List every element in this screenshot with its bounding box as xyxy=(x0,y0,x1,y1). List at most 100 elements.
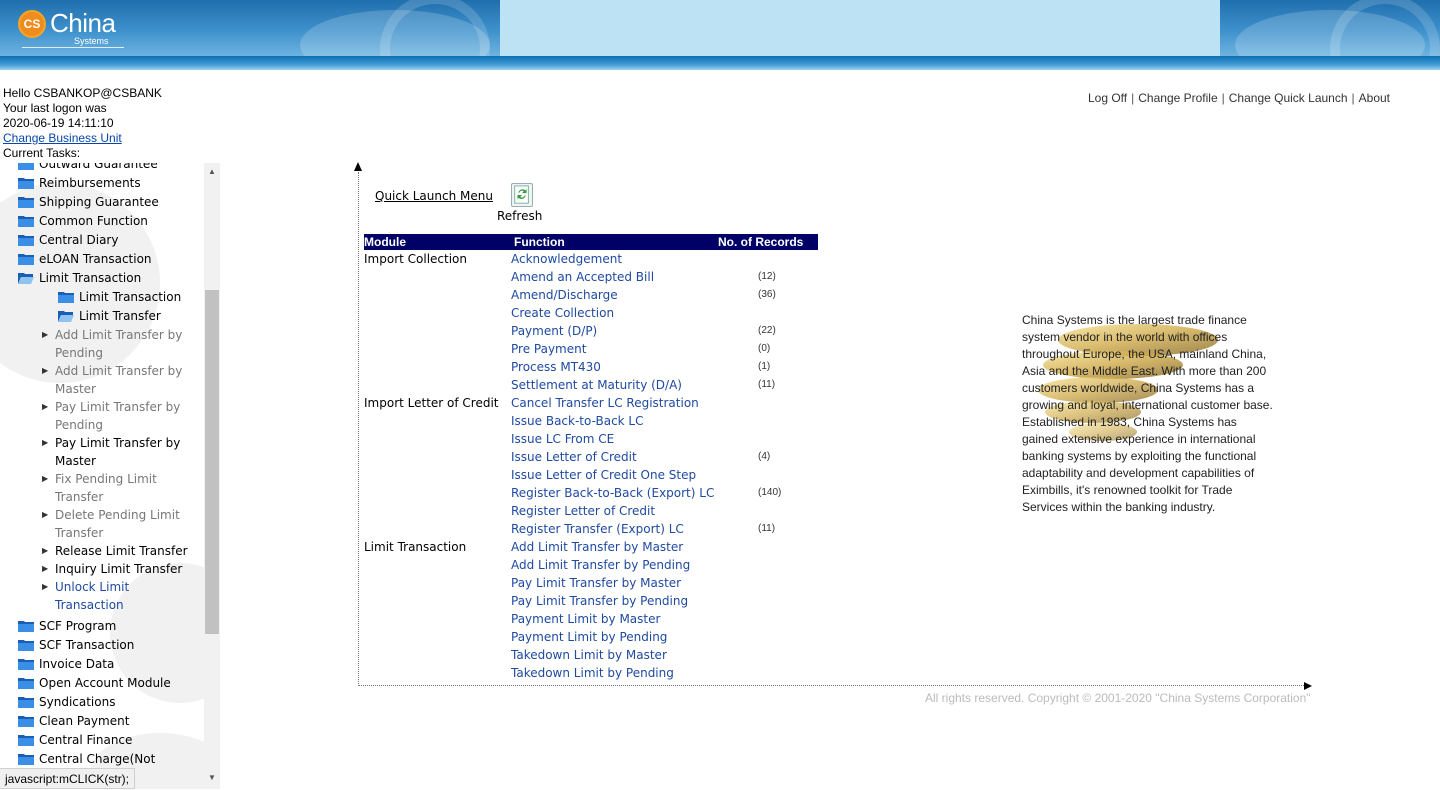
function-link[interactable]: Pay Limit Transfer by Master xyxy=(511,574,681,592)
record-count: (11) xyxy=(758,379,776,390)
function-link[interactable]: Issue Back-to-Back LC xyxy=(511,412,644,430)
tree-folder-scf-program[interactable]: SCF Program xyxy=(0,617,204,636)
tree-folder-scf-transaction[interactable]: SCF Transaction xyxy=(0,636,204,655)
tree-leaf-unlock-limit-transaction[interactable]: ▶ Unlock Limit Transaction xyxy=(0,578,204,614)
open-folder-icon xyxy=(58,311,74,322)
tree-leaf-pay-limit-transfer-master[interactable]: ▶ Pay Limit Transfer by Master xyxy=(0,434,204,470)
function-link[interactable]: Add Limit Transfer by Pending xyxy=(511,556,690,574)
refresh-label[interactable]: Refresh xyxy=(497,209,542,223)
table-row: Issue Back-to-Back LC xyxy=(364,412,834,430)
tree-folder-clean-payment[interactable]: Clean Payment xyxy=(0,712,204,731)
change-quick-launch-link[interactable]: Change Quick Launch xyxy=(1229,91,1348,105)
tree-folder-central-diary[interactable]: Central Diary xyxy=(0,231,204,250)
tree-folder-outward-guarantee[interactable]: Outward Guarantee xyxy=(0,163,204,174)
table-row: Issue Letter of Credit (4) xyxy=(364,448,834,466)
tree-leaf-fix-pending-limit-transfer[interactable]: ▶ Fix Pending Limit Transfer xyxy=(0,470,204,506)
tree-folder-syndications[interactable]: Syndications xyxy=(0,693,204,712)
bullet-arrow-icon: ▶ xyxy=(42,510,49,519)
tree-folder-central-finance[interactable]: Central Finance xyxy=(0,731,204,750)
function-link[interactable]: Takedown Limit by Master xyxy=(511,646,667,664)
tree-folder-eloan-transaction[interactable]: eLOAN Transaction xyxy=(0,250,204,269)
function-link[interactable]: Amend an Accepted Bill xyxy=(511,268,654,286)
folder-icon xyxy=(18,754,34,765)
function-link[interactable]: Issue LC From CE xyxy=(511,430,614,448)
scroll-up-arrow-icon[interactable]: ▲ xyxy=(204,167,220,179)
table-row: Register Letter of Credit xyxy=(364,502,834,520)
leaf-label-line2: Transfer xyxy=(55,526,104,540)
tree-folder-label: Outward Guarantee xyxy=(39,163,158,171)
tree-subfolder-limit-transfer[interactable]: Limit Transfer xyxy=(0,307,204,326)
tree-leaf-add-limit-transfer-pending[interactable]: ▶ Add Limit Transfer by Pending xyxy=(0,326,204,362)
function-link[interactable]: Register Letter of Credit xyxy=(511,502,655,520)
tree-folder-label: Syndications xyxy=(39,695,116,709)
tree-folder-common-function[interactable]: Common Function xyxy=(0,212,204,231)
change-business-unit-link[interactable]: Change Business Unit xyxy=(3,131,122,145)
function-link[interactable]: Payment (D/P) xyxy=(511,322,597,340)
tree-leaf-pay-limit-transfer-pending[interactable]: ▶ Pay Limit Transfer by Pending xyxy=(0,398,204,434)
scroll-down-arrow-icon[interactable]: ▼ xyxy=(204,773,220,785)
about-link[interactable]: About xyxy=(1359,91,1390,105)
tree-folder-reimbursements[interactable]: Reimbursements xyxy=(0,174,204,193)
tree-leaf-add-limit-transfer-master[interactable]: ▶ Add Limit Transfer by Master xyxy=(0,362,204,398)
tree-folder-open-account-module[interactable]: Open Account Module xyxy=(0,674,204,693)
function-link[interactable]: Amend/Discharge xyxy=(511,286,618,304)
record-count: (1) xyxy=(758,361,771,372)
function-link[interactable]: Register Back-to-Back (Export) LC xyxy=(511,484,714,502)
leaf-label-line2: Master xyxy=(55,454,96,468)
folder-icon xyxy=(18,197,34,208)
tree-leaf-delete-pending-limit-transfer[interactable]: ▶ Delete Pending Limit Transfer xyxy=(0,506,204,542)
table-row: Import Collection Acknowledgement xyxy=(364,250,834,268)
function-link[interactable]: Acknowledgement xyxy=(511,250,622,268)
tree-folder-label: Central Finance xyxy=(39,733,133,747)
log-off-link[interactable]: Log Off xyxy=(1088,91,1127,105)
function-link[interactable]: Payment Limit by Master xyxy=(511,610,660,628)
bullet-arrow-icon: ▶ xyxy=(42,330,49,339)
function-link[interactable]: Payment Limit by Pending xyxy=(511,628,667,646)
function-link[interactable]: Add Limit Transfer by Master xyxy=(511,538,683,556)
folder-icon xyxy=(18,163,34,170)
tree-folder-label: eLOAN Transaction xyxy=(39,252,152,266)
tree-folder-label: Common Function xyxy=(39,214,148,228)
function-link[interactable]: Register Transfer (Export) LC xyxy=(511,520,684,538)
header-module: Module xyxy=(364,235,406,249)
tree-folder-shipping-guarantee[interactable]: Shipping Guarantee xyxy=(0,193,204,212)
function-link[interactable]: Settlement at Maturity (D/A) xyxy=(511,376,682,394)
function-link[interactable]: Pre Payment xyxy=(511,340,586,358)
refresh-icon[interactable] xyxy=(511,183,533,207)
table-row: Pay Limit Transfer by Master xyxy=(364,574,834,592)
logo-name: China xyxy=(50,8,116,38)
scrollbar-thumb[interactable] xyxy=(205,290,219,634)
tree-subfolder-limit-transaction[interactable]: Limit Transaction xyxy=(0,288,204,307)
function-link[interactable]: Issue Letter of Credit One Step xyxy=(511,466,696,484)
separator: | xyxy=(1131,91,1135,105)
function-link[interactable]: Create Collection xyxy=(511,304,614,322)
table-row: Settlement at Maturity (D/A) (11) xyxy=(364,376,834,394)
tree-folder-invoice-data[interactable]: Invoice Data xyxy=(0,655,204,674)
tree-leaf-release-limit-transfer[interactable]: ▶ Release Limit Transfer xyxy=(0,542,204,560)
tree-scrollbar[interactable]: ▲ ▼ xyxy=(204,163,220,789)
change-profile-link[interactable]: Change Profile xyxy=(1138,91,1217,105)
function-link[interactable]: Pay Limit Transfer by Pending xyxy=(511,592,688,610)
folder-icon xyxy=(18,659,34,670)
function-link[interactable]: Takedown Limit by Pending xyxy=(511,664,674,682)
folder-icon xyxy=(18,621,34,632)
function-link[interactable]: Issue Letter of Credit xyxy=(511,448,637,466)
top-links: Log Off | Change Profile | Change Quick Laun… xyxy=(1088,91,1390,105)
table-row: Amend an Accepted Bill (12) xyxy=(364,268,834,286)
copyright-text: All rights reserved. Copyright © 2001-20… xyxy=(925,691,1311,705)
tree-leaf-inquiry-limit-transfer[interactable]: ▶ Inquiry Limit Transfer xyxy=(0,560,204,578)
leaf-label-line1: Inquiry Limit Transfer xyxy=(55,562,183,576)
table-row: Register Transfer (Export) LC (11) xyxy=(364,520,834,538)
tree-folder-limit-transaction[interactable]: Limit Transaction xyxy=(0,269,204,288)
quick-launch-menu-link[interactable]: Quick Launch Menu xyxy=(375,189,493,203)
leaf-label-line1: Fix Pending Limit xyxy=(55,472,157,486)
leaf-label-line1: Add Limit Transfer by xyxy=(55,364,183,378)
tree-subfolder-label: Limit Transfer xyxy=(79,309,161,323)
banner-watermark-ring-right xyxy=(1330,0,1440,56)
function-link[interactable]: Cancel Transfer LC Registration xyxy=(511,394,699,412)
leaf-label-line1: Add Limit Transfer by xyxy=(55,328,183,342)
table-row: Payment Limit by Pending xyxy=(364,628,834,646)
tree-folder-central-charge[interactable]: Central Charge(Not xyxy=(0,750,204,769)
record-count: (0) xyxy=(758,343,771,354)
function-link[interactable]: Process MT430 xyxy=(511,358,601,376)
